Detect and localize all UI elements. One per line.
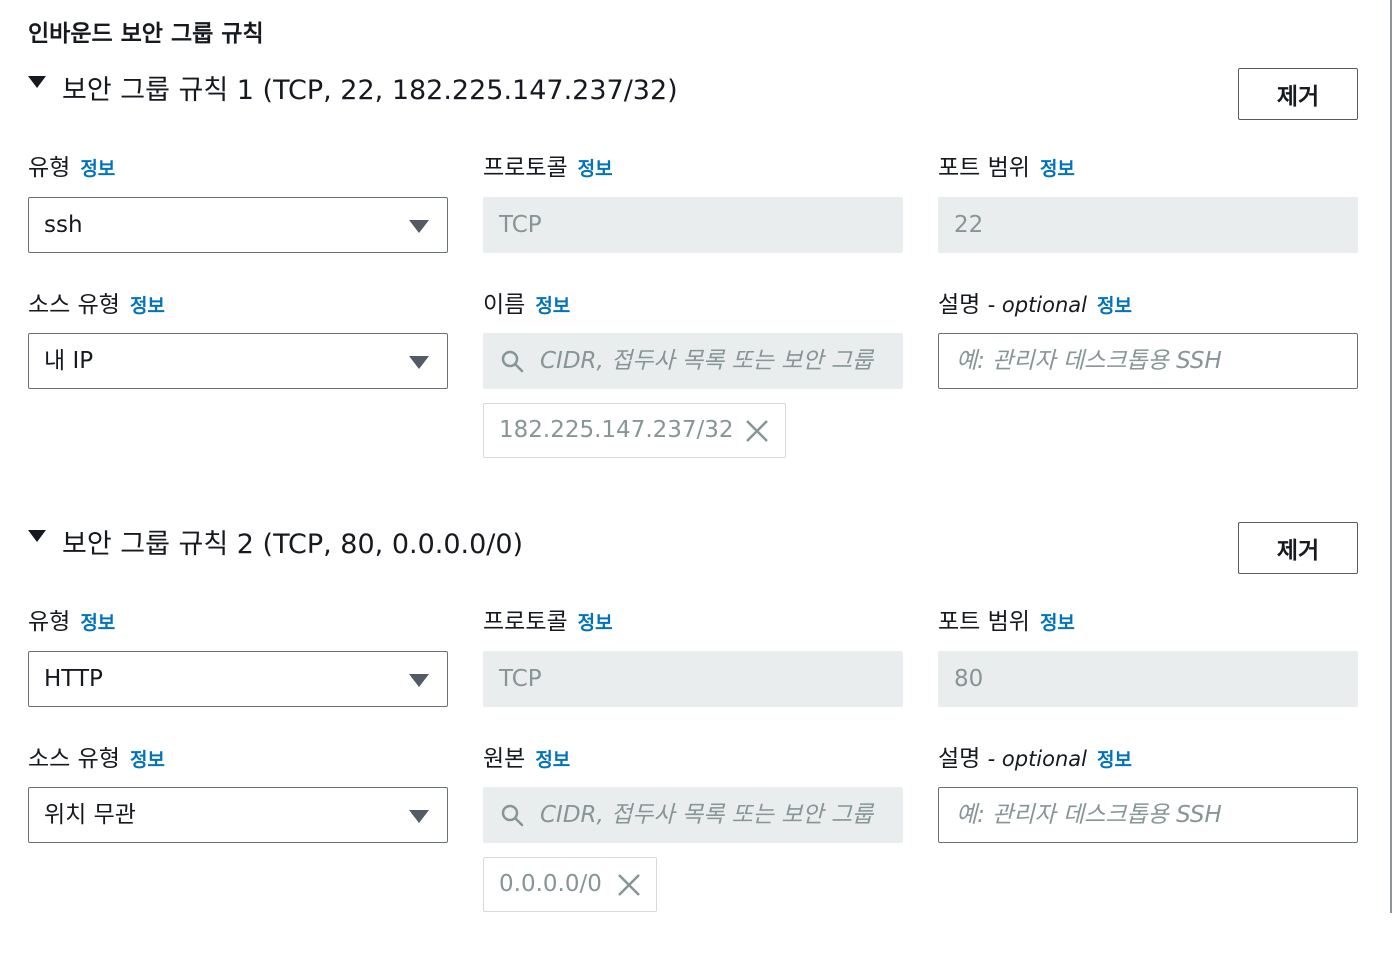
info-link[interactable]: 정보 xyxy=(1097,749,1132,771)
source-type-select[interactable]: 내 IP xyxy=(28,333,448,389)
source-type-label: 소스 유형 정보 xyxy=(28,743,165,776)
description-input[interactable]: 예: 관리자 데스크톱용 SSH xyxy=(938,333,1358,389)
port-range-label-text: 포트 범위 xyxy=(938,155,1030,181)
search-placeholder: CIDR, 접두사 목록 또는 보안 그룹 xyxy=(540,802,874,828)
dropdown-arrow-icon xyxy=(409,674,429,687)
source-token-value: 0.0.0.0/0 xyxy=(499,871,602,897)
info-link[interactable]: 정보 xyxy=(80,612,115,634)
description-label-text: 설명 xyxy=(938,292,981,318)
type-label: 유형 정보 xyxy=(28,606,115,639)
info-link[interactable]: 정보 xyxy=(130,749,165,771)
port-range-label-text: 포트 범위 xyxy=(938,609,1030,635)
rule-header: 보안 그룹 규칙 1 (TCP, 22, 182.225.147.237/32)… xyxy=(28,68,1358,120)
protocol-value: TCP xyxy=(499,666,542,692)
source-type-value: 위치 무관 xyxy=(44,802,136,828)
port-range-value: 80 xyxy=(954,666,984,692)
rule-title[interactable]: 보안 그룹 규칙 2 (TCP, 80, 0.0.0.0/0) xyxy=(62,522,523,568)
description-label: 설명 - optional 정보 xyxy=(938,289,1132,322)
info-link[interactable]: 정보 xyxy=(535,749,570,771)
dropdown-arrow-icon xyxy=(409,356,429,369)
port-range-field: 80 xyxy=(938,651,1358,707)
info-link[interactable]: 정보 xyxy=(535,295,570,317)
section-title: 인바운드 보안 그룹 규칙 xyxy=(28,21,264,47)
source-token-value: 182.225.147.237/32 xyxy=(499,417,734,443)
info-link[interactable]: 정보 xyxy=(578,612,613,634)
close-icon[interactable] xyxy=(744,418,770,444)
port-range-field: 22 xyxy=(938,197,1358,253)
security-group-rule-1: 보안 그룹 규칙 1 (TCP, 22, 182.225.147.237/32)… xyxy=(0,68,1396,508)
caret-down-icon[interactable] xyxy=(28,530,46,542)
port-range-value: 22 xyxy=(954,212,984,238)
description-label-text: 설명 xyxy=(938,746,981,772)
source-token: 182.225.147.237/32 xyxy=(483,403,786,458)
type-label-text: 유형 xyxy=(28,609,71,635)
info-link[interactable]: 정보 xyxy=(80,158,115,180)
description-input[interactable]: 예: 관리자 데스크톱용 SSH xyxy=(938,787,1358,843)
security-group-rule-2: 보안 그룹 규칙 2 (TCP, 80, 0.0.0.0/0) 제거 유형 정보 … xyxy=(0,522,1396,962)
port-range-label: 포트 범위 정보 xyxy=(938,152,1075,185)
search-icon xyxy=(501,804,524,827)
description-label: 설명 - optional 정보 xyxy=(938,743,1132,776)
protocol-label-text: 프로토콜 xyxy=(483,609,568,635)
remove-button[interactable]: 제거 xyxy=(1238,522,1358,574)
source-search-input[interactable]: CIDR, 접두사 목록 또는 보안 그룹 xyxy=(483,787,903,843)
type-label: 유형 정보 xyxy=(28,152,115,185)
close-icon[interactable] xyxy=(616,872,642,898)
type-label-text: 유형 xyxy=(28,155,71,181)
optional-label: - optional xyxy=(987,747,1088,771)
rule-title[interactable]: 보안 그룹 규칙 1 (TCP, 22, 182.225.147.237/32) xyxy=(62,68,678,114)
type-select[interactable]: HTTP xyxy=(28,651,448,707)
protocol-label: 프로토콜 정보 xyxy=(483,606,613,639)
type-select-value: ssh xyxy=(44,212,83,238)
port-range-label: 포트 범위 정보 xyxy=(938,606,1075,639)
source-type-label: 소스 유형 정보 xyxy=(28,289,165,322)
search-icon xyxy=(501,350,524,373)
caret-down-icon[interactable] xyxy=(28,76,46,88)
rule-header: 보안 그룹 규칙 2 (TCP, 80, 0.0.0.0/0) 제거 xyxy=(28,522,1358,574)
source-label-text: 이름 xyxy=(483,292,526,318)
info-link[interactable]: 정보 xyxy=(1097,295,1132,317)
info-link[interactable]: 정보 xyxy=(1040,158,1075,180)
dropdown-arrow-icon xyxy=(409,810,429,823)
source-token: 0.0.0.0/0 xyxy=(483,857,657,912)
type-select[interactable]: ssh xyxy=(28,197,448,253)
info-link[interactable]: 정보 xyxy=(1040,612,1075,634)
source-type-label-text: 소스 유형 xyxy=(28,746,120,772)
source-type-select[interactable]: 위치 무관 xyxy=(28,787,448,843)
search-placeholder: CIDR, 접두사 목록 또는 보안 그룹 xyxy=(540,348,874,374)
source-label: 원본 정보 xyxy=(483,743,570,776)
description-placeholder: 예: 관리자 데스크톱용 SSH xyxy=(956,348,1222,374)
source-type-label-text: 소스 유형 xyxy=(28,292,120,318)
protocol-value: TCP xyxy=(499,212,542,238)
optional-label: - optional xyxy=(987,293,1088,317)
info-link[interactable]: 정보 xyxy=(578,158,613,180)
protocol-field: TCP xyxy=(483,651,903,707)
description-placeholder: 예: 관리자 데스크톱용 SSH xyxy=(956,802,1222,828)
info-link[interactable]: 정보 xyxy=(130,295,165,317)
protocol-label: 프로토콜 정보 xyxy=(483,152,613,185)
source-search-input[interactable]: CIDR, 접두사 목록 또는 보안 그룹 xyxy=(483,333,903,389)
remove-button[interactable]: 제거 xyxy=(1238,68,1358,120)
dropdown-arrow-icon xyxy=(409,220,429,233)
type-select-value: HTTP xyxy=(44,666,103,692)
source-label: 이름 정보 xyxy=(483,289,570,322)
source-label-text: 원본 xyxy=(483,746,526,772)
protocol-label-text: 프로토콜 xyxy=(483,155,568,181)
protocol-field: TCP xyxy=(483,197,903,253)
source-type-value: 내 IP xyxy=(44,348,94,374)
